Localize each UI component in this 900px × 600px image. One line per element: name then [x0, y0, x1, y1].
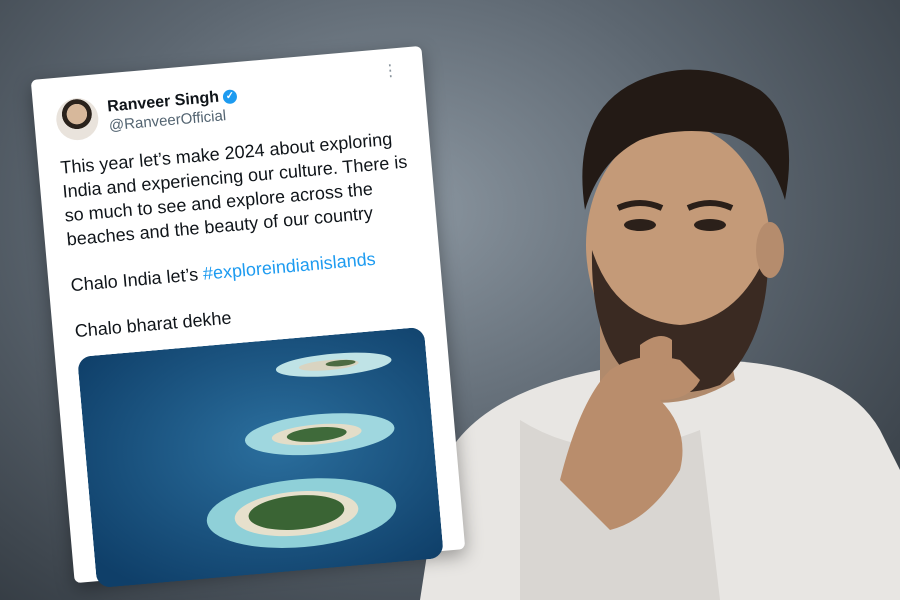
- hashtag-link[interactable]: #exploreindianislands: [202, 249, 376, 284]
- tweet-card[interactable]: Ranveer Singh ✓ @RanveerOfficial ⋮ This …: [30, 45, 466, 589]
- more-dots-icon[interactable]: ⋮: [381, 60, 398, 81]
- tweet-text-prefix: Chalo India let’s: [69, 263, 204, 296]
- avatar[interactable]: [54, 96, 101, 142]
- tweet-body: This year let’s make 2024 about explorin…: [59, 125, 422, 343]
- verified-badge-icon: ✓: [222, 89, 238, 105]
- tweet-media-image[interactable]: [77, 326, 444, 589]
- author-block: Ranveer Singh ✓ @RanveerOfficial: [107, 87, 240, 135]
- island-aerial-photo: [77, 326, 444, 589]
- tweet-text-paragraph-2: Chalo India let’s #exploreindianislands: [70, 243, 419, 297]
- tweet-text-paragraph-1: This year let’s make 2024 about explorin…: [59, 128, 409, 250]
